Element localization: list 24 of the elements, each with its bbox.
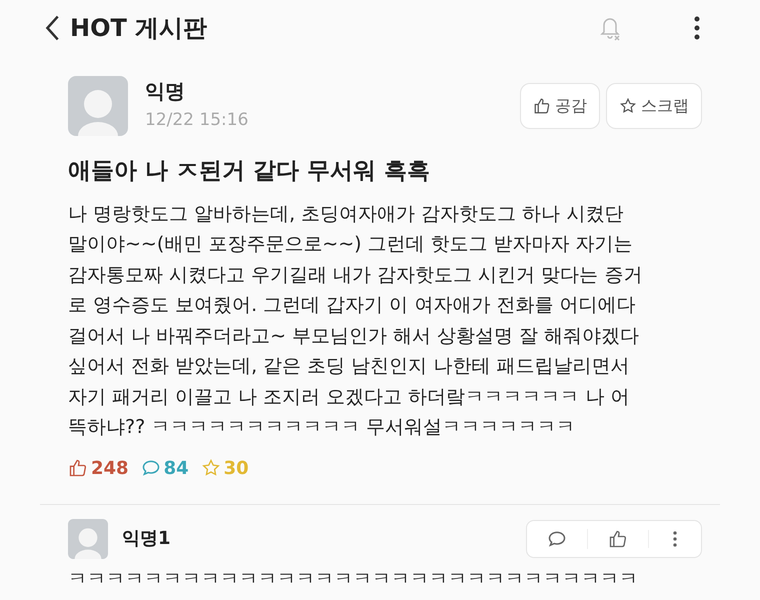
like-count: 248: [91, 456, 129, 480]
back-icon[interactable]: [44, 14, 60, 42]
more-icon[interactable]: [673, 530, 677, 548]
star-icon: [200, 458, 221, 478]
thumbs-up-icon: [68, 458, 88, 478]
like-button[interactable]: 공감: [520, 83, 600, 129]
speech-bubble-icon: [140, 458, 161, 478]
comment-author: 익명1: [122, 527, 171, 551]
scrap-count: 30: [224, 456, 249, 480]
speech-bubble-icon: [547, 528, 567, 548]
star-icon: [619, 97, 637, 115]
thumbs-up-icon: [533, 97, 551, 115]
thumbs-up-icon: [608, 528, 628, 548]
scrap-button[interactable]: 스크랩: [606, 83, 702, 129]
page-title: HOT 게시판: [70, 13, 208, 44]
post-title: 애들아 나 ㅈ된거 같다 무서워 흑흑: [68, 157, 432, 186]
comment-text: ㅋㅋㅋㅋㅋㅋㅋㅋㅋㅋㅋㅋㅋㅋㅋㅋㅋㅋㅋㅋㅋㅋㅋㅋㅋㅋㅋㅋㅋㅋ: [68, 566, 639, 592]
author-name: 익명: [145, 78, 186, 104]
avatar-icon: [68, 76, 128, 136]
avatar-icon: [68, 518, 108, 558]
comment-count: 84: [164, 456, 189, 480]
post-body: 나 명랑핫도그 알바하는데, 초딩여자애가 감자핫도그 하나 시켰단 말이야~~(배민 포장주문으로~~) 그런데 핫도그 받자마자 자기는 감자통모짜 시켰다고 우기길래 내가 감자핫도그 시킨거 맞다는 증거 로 영수증도 보여줬어. 그런데 갑자기 이 여자애가 전화를 어디에다 걸어서 나 바꿔주더라고~ 부모님인가 해서 상황설명 잘 해줘야겠다 싶어서 전화 받았는데, 같은 초딩 남친인지 나한테 패드립날리면서 자기 패거리 이끌고 나 조지러 오겠다고 하더랔ㅋㅋㅋㅋㅋㅋ 나 어 뜩하냐?? ㅋㅋㅋㅋㅋㅋㅋㅋㅋㅋㅋ 무서워설ㅋㅋㅋㅋㅋㅋㅋ: [68, 202, 644, 440]
post-time: 12/22 15:16: [145, 109, 248, 132]
more-icon[interactable]: [694, 15, 700, 41]
